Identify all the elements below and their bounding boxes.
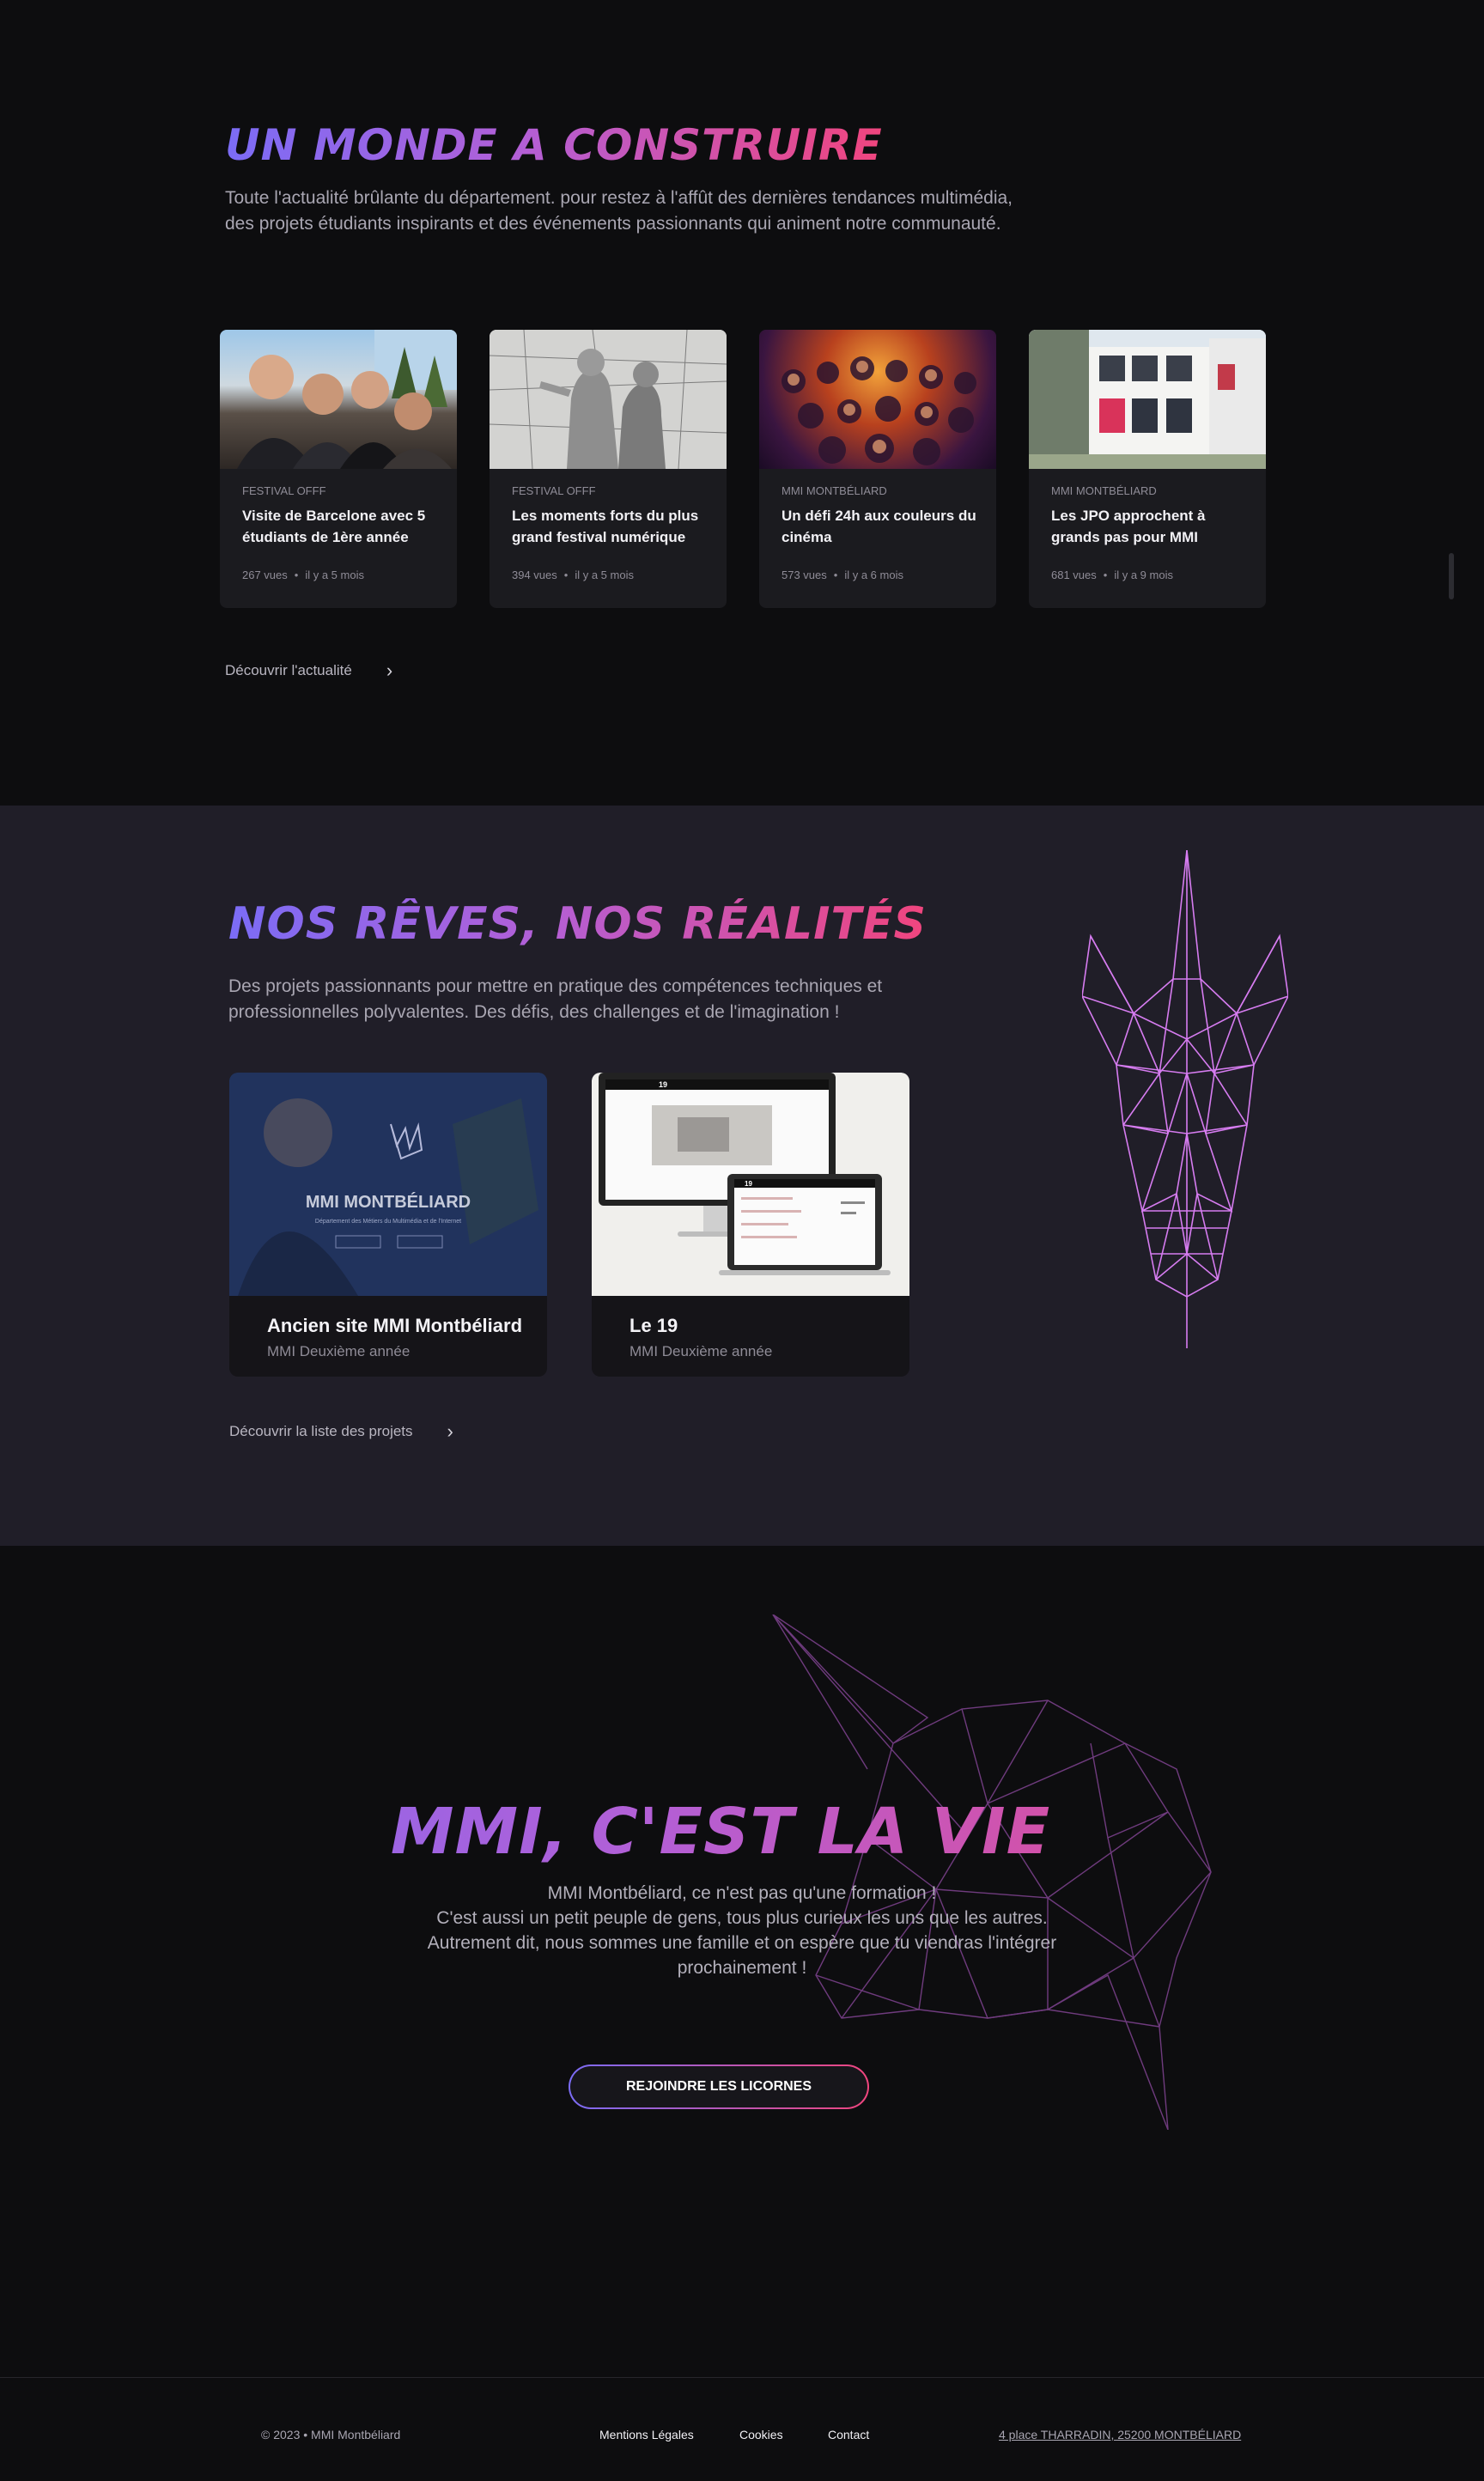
- projects-section: Nos rêves, nos réalités Des projets pass…: [0, 806, 1484, 1546]
- news-card-category: FESTIVAL OFFF: [512, 484, 596, 497]
- news-card-category: MMI MONTBÉLIARD: [1051, 484, 1157, 497]
- news-card-age: il y a 5 mois: [305, 569, 364, 581]
- project-card[interactable]: MMI MONTBÉLIARD Département des Métiers …: [229, 1073, 547, 1377]
- discover-projects-label: Découvrir la liste des projets: [229, 1423, 413, 1439]
- news-card-views: 573 vues: [782, 569, 827, 581]
- community-section: MMI, c'est la vie MMI Montbéliard, ce n'…: [0, 1546, 1484, 2377]
- project-card-subtitle: MMI Deuxième année: [267, 1343, 411, 1359]
- news-card-age: il y a 6 mois: [844, 569, 903, 581]
- discover-projects-link[interactable]: Découvrir la liste des projets ›: [229, 1420, 453, 1443]
- news-card[interactable]: MMI MONTBÉLIARD Les JPO approchent à gra…: [1029, 330, 1266, 608]
- unicorn-wireframe-icon: [1082, 850, 1288, 1348]
- news-card-meta: 573 vues • il y a 6 mois: [782, 569, 903, 581]
- meta-separator: •: [563, 569, 569, 581]
- join-unicorns-button[interactable]: Rejoindre les licornes: [569, 2064, 869, 2109]
- news-card-meta: 681 vues • il y a 9 mois: [1051, 569, 1173, 581]
- old-site-screenshot: MMI MONTBÉLIARD Département des Métiers …: [229, 1073, 547, 1296]
- news-card[interactable]: FESTIVAL OFFF Visite de Barcelone avec 5…: [220, 330, 457, 608]
- news-card-views: 267 vues: [242, 569, 288, 581]
- discover-news-link[interactable]: Découvrir l'actualité ›: [225, 660, 392, 682]
- project-card-subtitle: MMI Deuxième année: [629, 1343, 773, 1359]
- news-card-views: 394 vues: [512, 569, 557, 581]
- le19-badge: 19: [659, 1080, 667, 1089]
- footer-copyright: © 2023 • MMI Montbéliard: [261, 2428, 401, 2441]
- news-card-category: FESTIVAL OFFF: [242, 484, 326, 497]
- site-footer: © 2023 • MMI Montbéliard Mentions Légale…: [0, 2377, 1484, 2481]
- carousel-scrollbar[interactable]: [1449, 553, 1454, 599]
- news-card-category: MMI MONTBÉLIARD: [782, 484, 887, 497]
- students-photo: [237, 330, 457, 469]
- meta-separator: •: [1103, 569, 1108, 581]
- news-card-title[interactable]: Les JPO approchent à grands pas pour MMI: [1051, 505, 1249, 548]
- community-text: MMI Montbéliard, ce n'est pas qu'une for…: [398, 1881, 1086, 1980]
- sculpture-photo: [490, 330, 727, 469]
- footer-address[interactable]: 4 place THARRADIN, 25200 MONTBÉLIARD: [999, 2428, 1241, 2441]
- news-lead: Toute l'actualité brûlante du départemen…: [225, 188, 1013, 234]
- project-card-title[interactable]: Le 19: [629, 1315, 678, 1337]
- discover-news-label: Découvrir l'actualité: [225, 662, 352, 678]
- projects-lead: Des projets passionnants pour mettre en …: [228, 976, 883, 1022]
- news-card-image: [490, 330, 727, 469]
- footer-link-contact[interactable]: Contact: [828, 2428, 869, 2441]
- news-title: Un monde a construire: [225, 120, 883, 170]
- movie-poster-photo: [782, 356, 976, 465]
- projects-title: Nos rêves, nos réalités: [228, 898, 927, 950]
- community-text-line: Autrement dit, nous sommes une famille e…: [427, 1933, 1057, 1953]
- footer-link-cookies[interactable]: Cookies: [739, 2428, 783, 2441]
- chevron-right-icon: ›: [447, 1420, 453, 1442]
- unicorn-background-icon: [772, 1614, 1212, 2130]
- chevron-right-icon: ›: [386, 660, 393, 681]
- news-card-title[interactable]: Un défi 24h aux couleurs du cinéma: [782, 505, 979, 548]
- news-card-title[interactable]: Visite de Barcelone avec 5 étudiants de …: [242, 505, 440, 548]
- project-card-title[interactable]: Ancien site MMI Montbéliard: [267, 1315, 522, 1337]
- footer-link-legal[interactable]: Mentions Légales: [599, 2428, 694, 2441]
- news-card[interactable]: FESTIVAL OFFF Les moments forts du plus …: [490, 330, 727, 608]
- news-card-image: [220, 330, 457, 469]
- news-section: Un monde a construire Toute l'actualité …: [0, 0, 1484, 806]
- building-photo: [1029, 330, 1266, 469]
- news-card-age: il y a 5 mois: [575, 569, 634, 581]
- project-card-image: 19 19: [592, 1073, 909, 1296]
- community-text-line: prochainement !: [677, 1958, 807, 1978]
- community-text-line: C'est aussi un petit peuple de gens, tou…: [436, 1908, 1048, 1928]
- news-card-image: [1029, 330, 1266, 469]
- meta-separator: •: [294, 569, 299, 581]
- project-card[interactable]: 19 19 Le 19 MMI Deuxième année: [592, 1073, 909, 1377]
- le19-badge-small: 19: [745, 1180, 752, 1188]
- news-card-meta: 267 vues • il y a 5 mois: [242, 569, 364, 581]
- news-card-image: [759, 330, 996, 469]
- news-card-title[interactable]: Les moments forts du plus grand festival…: [512, 505, 709, 548]
- le19-mockup: 19 19: [592, 1073, 909, 1296]
- community-title: MMI, c'est la vie: [0, 1795, 1441, 1869]
- meta-separator: •: [833, 569, 838, 581]
- news-card-meta: 394 vues • il y a 5 mois: [512, 569, 634, 581]
- community-text-line: MMI Montbéliard, ce n'est pas qu'une for…: [547, 1883, 937, 1903]
- news-card-views: 681 vues: [1051, 569, 1097, 581]
- news-card[interactable]: MMI MONTBÉLIARD Un défi 24h aux couleurs…: [759, 330, 996, 608]
- news-card-age: il y a 9 mois: [1114, 569, 1173, 581]
- project-card-image: MMI MONTBÉLIARD Département des Métiers …: [229, 1073, 547, 1296]
